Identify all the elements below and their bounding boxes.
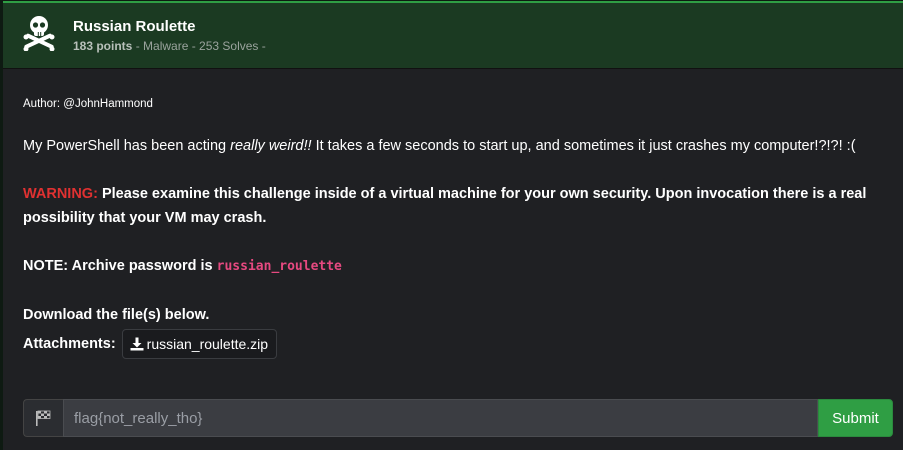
download-text: Download the file(s) below. — [23, 307, 210, 323]
flag-submit-form: Submit — [23, 399, 893, 437]
author-line: Author: @JohnHammond — [23, 98, 153, 110]
intro-emphasis: really weird!! — [230, 138, 312, 154]
skull-crossbones-icon — [23, 16, 55, 51]
attachments-label: Attachments: — [23, 336, 116, 352]
challenge-card: Russian Roulette 183 points - Malware - … — [3, 1, 903, 450]
intro-text: My PowerShell has been acting — [23, 138, 231, 154]
flag-addon — [23, 399, 63, 437]
warning-label: WARNING: — [23, 186, 98, 202]
challenge-header: Russian Roulette 183 points - Malware - … — [3, 3, 903, 69]
attachment-download-button[interactable]: russian_roulette.zip — [121, 329, 278, 359]
warning-text: Please examine this challenge inside of … — [23, 186, 867, 226]
challenge-title: Russian Roulette — [73, 18, 196, 35]
intro-text-end: It takes a few seconds to start up, and … — [311, 138, 856, 154]
note-text: NOTE: Archive password is — [23, 258, 217, 274]
attachments-row: Attachments: russian_roulette.zip — [23, 329, 893, 359]
flag-input[interactable] — [63, 399, 818, 437]
archive-password: russian_roulette — [216, 259, 342, 274]
challenge-category-solves: - Malware - 253 Solves - — [132, 39, 266, 53]
checkered-flag-icon — [35, 410, 50, 426]
challenge-meta: 183 points - Malware - 253 Solves - — [73, 39, 266, 53]
challenge-points: 183 points — [73, 39, 133, 53]
note-paragraph: NOTE: Archive password is russian_roulet… — [23, 254, 893, 279]
submit-button[interactable]: Submit — [818, 399, 893, 437]
challenge-description: Author: @JohnHammond My PowerShell has b… — [23, 96, 893, 359]
warning-paragraph: WARNING: Please examine this challenge i… — [23, 182, 893, 230]
download-icon — [130, 337, 144, 351]
intro-paragraph: My PowerShell has been acting really wei… — [23, 134, 893, 158]
attachment-filename: russian_roulette.zip — [146, 336, 269, 352]
